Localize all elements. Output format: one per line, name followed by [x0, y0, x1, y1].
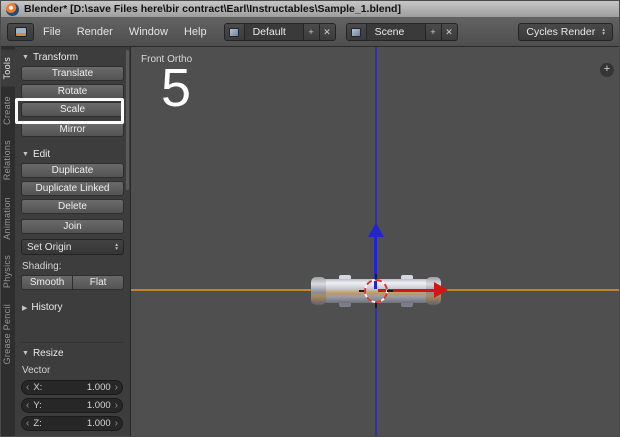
increment-icon[interactable]: ›: [115, 381, 118, 394]
blender-window: Blender* [D:\save Files here\bir contrac…: [0, 0, 620, 437]
tab-tools[interactable]: Tools: [1, 50, 15, 87]
dropdown-arrows-icon: ▴ ▾: [602, 26, 605, 37]
scene-browse-button[interactable]: [346, 24, 367, 40]
collapse-icon: ▼: [22, 54, 29, 61]
duplicate-linked-button[interactable]: Duplicate Linked: [21, 181, 124, 196]
collapse-icon: ▼: [22, 350, 29, 357]
scene-name[interactable]: Scene: [367, 26, 425, 38]
render-engine-selector[interactable]: Cycles Render ▴ ▾: [518, 23, 613, 41]
vector-x-field[interactable]: ‹ X: 1.000 ›: [21, 380, 123, 395]
vector-y-value: 1.000: [86, 400, 111, 411]
shading-label: Shading:: [22, 261, 62, 272]
main-area: Tools Create Relations Animation Physics…: [1, 47, 619, 436]
decrement-icon[interactable]: ‹: [26, 381, 29, 394]
layout-add-button[interactable]: +: [302, 24, 319, 40]
screen-layout-selector: Default + ✕: [223, 23, 336, 41]
collapse-icon: ▼: [22, 151, 29, 158]
layout-name[interactable]: Default: [245, 26, 303, 38]
vector-label: Vector: [22, 365, 51, 376]
tab-grease-pencil[interactable]: Grease Pencil: [1, 297, 15, 371]
scene-add-button[interactable]: +: [424, 24, 441, 40]
scene-browse-icon: [351, 27, 362, 37]
resize-panel-header[interactable]: ▼ Resize: [21, 345, 123, 362]
vector-z-value: 1.000: [86, 418, 111, 429]
transform-panel-header[interactable]: ▼ Transform: [21, 49, 124, 66]
menu-render[interactable]: Render: [70, 23, 120, 41]
decrement-icon[interactable]: ‹: [26, 417, 29, 430]
titlebar: Blender* [D:\save Files here\bir contrac…: [1, 1, 619, 18]
menubar: File Render Window Help Default + ✕ Scen…: [1, 18, 619, 47]
duplicate-button[interactable]: Duplicate: [21, 163, 124, 178]
history-panel-header[interactable]: ▶ History: [21, 299, 124, 316]
vector-z-field[interactable]: ‹ Z: 1.000 ›: [21, 416, 123, 431]
3d-viewport[interactable]: Front Ortho 5 +: [131, 47, 619, 436]
scene-selector: Scene + ✕: [345, 23, 458, 41]
viewport-editor-icon: [14, 27, 27, 37]
3d-cursor: [359, 274, 393, 308]
smooth-button[interactable]: Smooth: [21, 275, 73, 290]
window-title: Blender* [D:\save Files here\bir contrac…: [24, 3, 401, 15]
manipulator-z-arrowhead-icon[interactable]: [368, 223, 384, 237]
rotate-button[interactable]: Rotate: [21, 84, 124, 99]
tool-shelf: ▼ Transform Translate Rotate Scale Mirro…: [15, 47, 131, 436]
editor-type-button[interactable]: [7, 23, 34, 41]
layout-delete-button[interactable]: ✕: [318, 24, 335, 40]
manipulator-x-arrowhead-icon[interactable]: [434, 282, 448, 298]
tab-animation[interactable]: Animation: [1, 190, 15, 247]
shading-buttons: Smooth Flat: [21, 275, 124, 290]
vector-x-value: 1.000: [86, 382, 111, 393]
mirror-button[interactable]: Mirror: [21, 122, 124, 137]
tutorial-step-annotation: 5: [161, 58, 192, 118]
dropdown-arrows-icon: ▴ ▾: [115, 241, 118, 252]
layout-browse-button[interactable]: [224, 24, 245, 40]
set-origin-dropdown[interactable]: Set Origin ▴ ▾: [21, 239, 124, 255]
tab-relations[interactable]: Relations: [1, 133, 15, 187]
increment-icon[interactable]: ›: [115, 417, 118, 430]
resize-redo-panel: ▼ Resize Vector ‹ X: 1.000 › ‹ Y: 1.000 …: [21, 342, 123, 434]
toolshelf-tabs: Tools Create Relations Animation Physics…: [1, 47, 15, 436]
increment-icon[interactable]: ›: [115, 399, 118, 412]
blender-icon: [6, 2, 19, 16]
menu-window[interactable]: Window: [122, 23, 175, 41]
tab-create[interactable]: Create: [1, 89, 15, 132]
scale-button[interactable]: Scale: [21, 102, 124, 117]
layout-browse-icon: [229, 27, 240, 37]
tab-physics[interactable]: Physics: [1, 248, 15, 295]
properties-region-toggle[interactable]: +: [600, 63, 614, 77]
translate-button[interactable]: Translate: [21, 66, 124, 81]
render-engine-value: Cycles Render: [526, 26, 596, 38]
join-button[interactable]: Join: [21, 219, 124, 234]
flat-button[interactable]: Flat: [72, 275, 124, 290]
edit-panel-header[interactable]: ▼ Edit: [21, 146, 124, 163]
collapsed-icon: ▶: [22, 304, 28, 312]
toolshelf-scrollbar[interactable]: [126, 50, 129, 190]
menu-file[interactable]: File: [36, 23, 68, 41]
delete-button[interactable]: Delete: [21, 199, 124, 214]
vector-y-field[interactable]: ‹ Y: 1.000 ›: [21, 398, 123, 413]
menu-help[interactable]: Help: [177, 23, 214, 41]
scene-delete-button[interactable]: ✕: [440, 24, 457, 40]
decrement-icon[interactable]: ‹: [26, 399, 29, 412]
